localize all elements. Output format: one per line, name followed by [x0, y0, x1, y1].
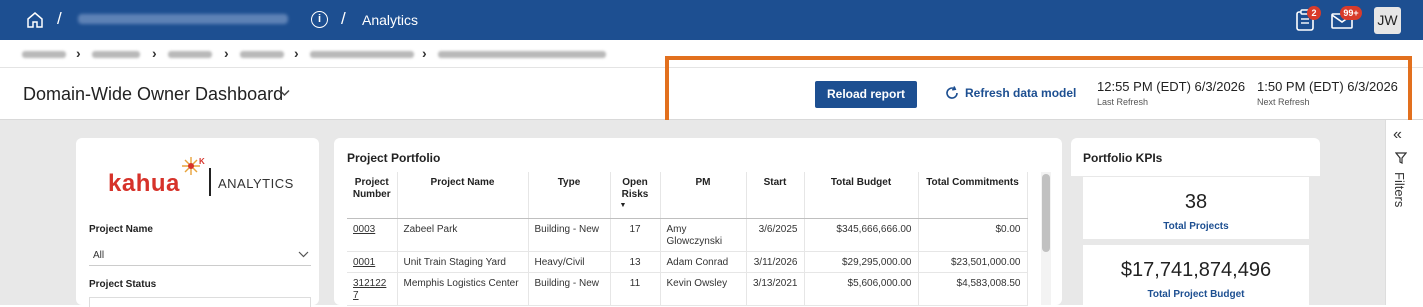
- project-name-cell: Zabeel Park: [397, 218, 529, 252]
- notification-badge: 2: [1307, 6, 1321, 20]
- total-commitments-cell: $4,583,008.50: [918, 272, 1028, 306]
- svg-text:K: K: [199, 157, 205, 166]
- pm-cell: Amy Glowczynski: [660, 218, 747, 252]
- refresh-controls-highlight: [665, 56, 1412, 124]
- start-cell: 3/6/2025: [746, 218, 805, 252]
- project-name-value: All: [93, 250, 105, 261]
- project-number-link[interactable]: 0003: [347, 218, 398, 252]
- breadcrumb-separator: /: [57, 9, 62, 28]
- column-header[interactable]: Project Name: [397, 172, 529, 219]
- breadcrumb-item[interactable]: [240, 51, 284, 58]
- top-app-bar: / i / Analytics 2 99+ JW: [0, 0, 1423, 40]
- project-number-link[interactable]: 3121227: [347, 272, 398, 306]
- breadcrumb-separator: ›: [224, 45, 229, 61]
- project-portfolio-title: Project Portfolio: [347, 151, 441, 165]
- open-risks-cell: 17: [610, 218, 661, 252]
- pm-cell: Kevin Owsley: [660, 272, 747, 306]
- total-budget-cell: $5,606,000.00: [804, 272, 919, 306]
- open-risks-cell: 13: [610, 251, 661, 273]
- project-name-select[interactable]: All: [89, 244, 311, 266]
- breadcrumb-item[interactable]: [438, 51, 606, 58]
- project-name-cell: Memphis Logistics Center: [397, 272, 529, 306]
- avatar[interactable]: JW: [1374, 7, 1401, 34]
- info-icon[interactable]: i: [311, 11, 328, 28]
- total-budget-cell: $345,666,666.00: [804, 218, 919, 252]
- kahua-logo: kahua: [108, 170, 180, 197]
- column-header[interactable]: PM: [660, 172, 747, 219]
- logo-divider: [209, 168, 211, 196]
- table-header-row: Project Number Project Name Type Open Ri…: [347, 172, 1028, 219]
- mail-badge: 99+: [1340, 6, 1362, 20]
- table-row[interactable]: 3121227 Memphis Logistics Center Buildin…: [347, 272, 1028, 306]
- breadcrumb-separator: /: [341, 9, 346, 28]
- total-budget-label: Total Project Budget: [1147, 289, 1245, 300]
- column-header[interactable]: Total Budget: [804, 172, 919, 219]
- home-icon[interactable]: [26, 11, 44, 29]
- page-title[interactable]: Domain-Wide Owner Dashboard: [23, 84, 283, 105]
- project-number-link[interactable]: 0001: [347, 251, 398, 273]
- type-cell: Heavy/Civil: [528, 251, 611, 273]
- start-cell: 3/13/2021: [746, 272, 805, 306]
- filter-funnel-icon[interactable]: [1395, 152, 1407, 164]
- project-name-cell: Unit Train Staging Yard: [397, 251, 529, 273]
- chevron-down-icon[interactable]: [298, 251, 309, 258]
- breadcrumb-current: Analytics: [362, 12, 419, 28]
- total-budget-value: $17,741,874,496: [1120, 259, 1272, 281]
- project-title-redacted[interactable]: [78, 14, 288, 24]
- total-commitments-cell: $0.00: [918, 218, 1028, 252]
- chevron-down-icon[interactable]: [279, 89, 290, 97]
- column-header[interactable]: Type: [528, 172, 611, 219]
- total-projects-value: 38: [1184, 191, 1208, 213]
- project-status-label: Project Status: [89, 279, 157, 290]
- type-cell: Building - New: [528, 218, 611, 252]
- column-header-label: Open Risks: [621, 177, 649, 200]
- sort-desc-icon: ▼: [619, 202, 627, 209]
- table-row[interactable]: 0001 Unit Train Staging Yard Heavy/Civil…: [347, 251, 1028, 273]
- filters-pane[interactable]: [1385, 120, 1423, 305]
- breadcrumb-item[interactable]: [168, 51, 212, 58]
- total-projects-label: Total Projects: [1163, 221, 1229, 232]
- breadcrumb-item[interactable]: [92, 51, 140, 58]
- portfolio-kpis-title: Portfolio KPIs: [1083, 151, 1163, 165]
- breadcrumb-separator: ›: [422, 45, 427, 61]
- project-portfolio-table: Project Number Project Name Type Open Ri…: [347, 172, 1028, 306]
- column-header-sorted[interactable]: Open Risks ▼: [610, 172, 661, 219]
- logo-analytics-label: ANALYTICS: [218, 176, 294, 191]
- project-status-select[interactable]: [89, 297, 311, 307]
- breadcrumb-separator: ›: [152, 45, 157, 61]
- breadcrumb-separator: ›: [294, 45, 299, 61]
- breadcrumb-separator: ›: [76, 45, 81, 61]
- total-commitments-cell: $23,501,000.00: [918, 251, 1028, 273]
- column-header[interactable]: Start: [746, 172, 805, 219]
- total-budget-cell: $29,295,000.00: [804, 251, 919, 273]
- collapse-chevron-icon[interactable]: «: [1393, 126, 1402, 144]
- breadcrumb-item[interactable]: [310, 51, 414, 58]
- type-cell: Building - New: [528, 272, 611, 306]
- pm-cell: Adam Conrad: [660, 251, 747, 273]
- project-name-label: Project Name: [89, 224, 153, 235]
- logo-burst-icon: K: [182, 157, 205, 175]
- column-header[interactable]: Project Number: [347, 172, 398, 219]
- table-scrollbar-thumb[interactable]: [1042, 174, 1050, 252]
- open-risks-cell: 11: [610, 272, 661, 306]
- start-cell: 3/11/2026: [746, 251, 805, 273]
- filters-label[interactable]: Filters: [1392, 172, 1407, 207]
- table-row[interactable]: 0003 Zabeel Park Building - New 17 Amy G…: [347, 218, 1028, 252]
- breadcrumb-item[interactable]: [22, 51, 66, 58]
- column-header[interactable]: Total Commitments: [918, 172, 1028, 219]
